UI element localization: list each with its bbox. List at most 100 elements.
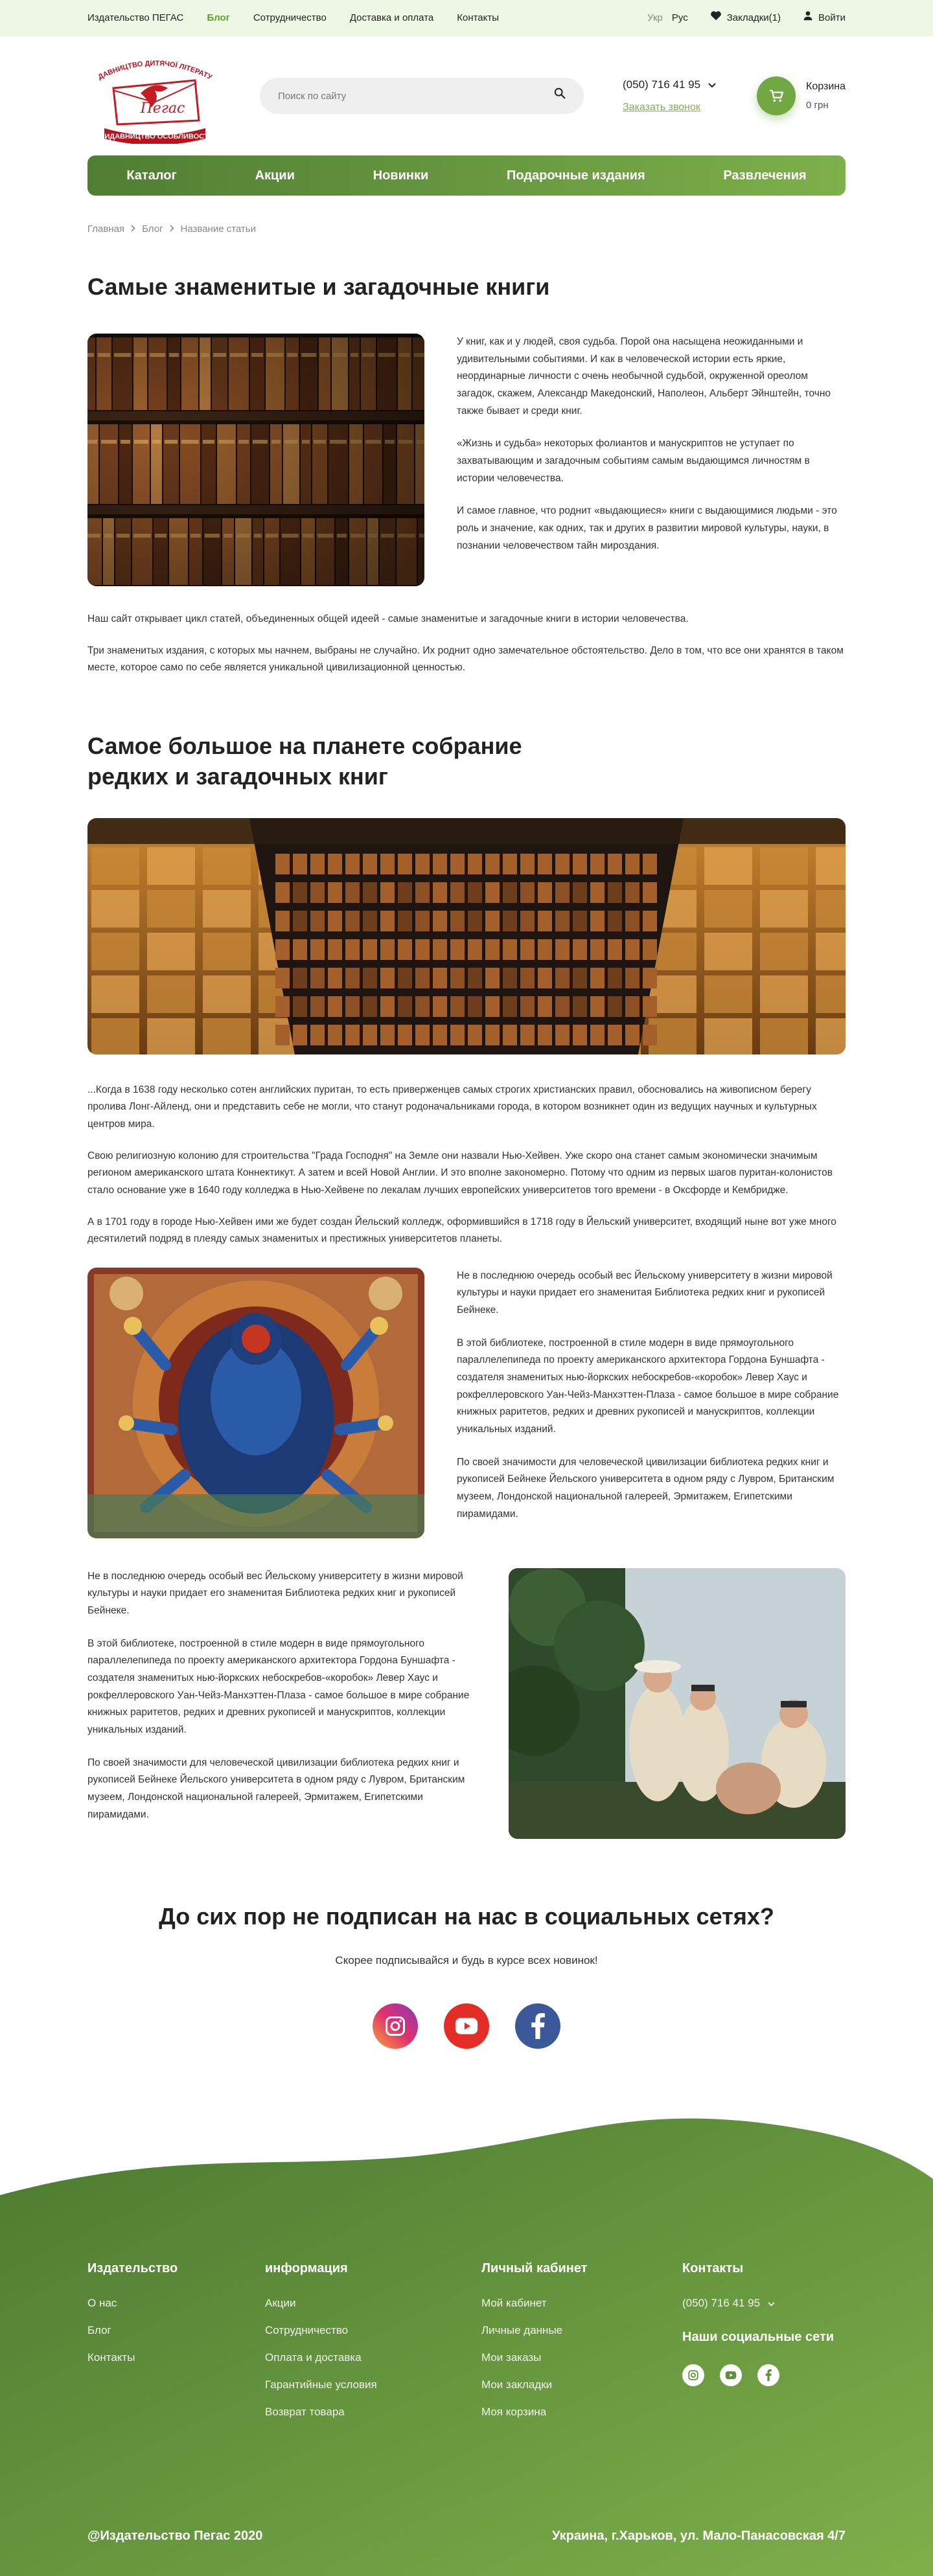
top-link-delivery[interactable]: Доставка и оплата bbox=[350, 10, 433, 26]
tibetan-painting-photo bbox=[87, 1267, 424, 1538]
nav-entertainment[interactable]: Развлечения bbox=[723, 165, 806, 186]
intro-paragraph: «Жизнь и судьба» некоторых фолиантов и м… bbox=[457, 438, 810, 484]
phone-number: (050) 716 41 95 bbox=[623, 78, 701, 91]
chevron-right-icon bbox=[131, 222, 135, 237]
login-link[interactable]: Войти bbox=[803, 10, 846, 26]
chevron-down-icon bbox=[768, 2296, 775, 2311]
footer-link[interactable]: Блог bbox=[87, 2323, 265, 2338]
footer-heading: Издательство bbox=[87, 2261, 178, 2276]
header: ВИДАВНИЦТВО ДИТЯЧОЇ ЛІТЕРАТУРИ Пегас ВИД… bbox=[0, 36, 933, 155]
top-link-blog[interactable]: Блог bbox=[207, 10, 230, 26]
bookmarks-link[interactable]: Закладки(1) bbox=[710, 10, 781, 26]
footer-col-info: информация Акции Сотрудничество Оплата и… bbox=[265, 2258, 481, 2432]
footer-link[interactable]: Контакты bbox=[87, 2350, 265, 2365]
block-paragraph: Не в последнюю очередь особый вес Йельск… bbox=[87, 1570, 463, 1617]
footer-phone-number: (050) 716 41 95 bbox=[682, 2297, 761, 2310]
intro-paragraph: У книг, как и у людей, своя судьба. Поро… bbox=[457, 336, 831, 416]
footer-link[interactable]: Личные данные bbox=[481, 2323, 682, 2338]
breadcrumb-home[interactable]: Главная bbox=[87, 222, 124, 237]
logo-brand: Пегас bbox=[140, 100, 185, 117]
article-paragraph: ...Когда в 1638 году несколько сотен анг… bbox=[87, 1084, 817, 1130]
footer-heading: информация bbox=[265, 2261, 348, 2276]
cart-sum: 0 грн bbox=[806, 99, 829, 111]
article-paragraph: Наш сайт открывает цикл статей, объедине… bbox=[87, 613, 689, 624]
top-link-publisher[interactable]: Издательство ПЕГАС bbox=[87, 10, 183, 26]
footer-link[interactable]: Возврат товара bbox=[265, 2404, 481, 2420]
library-hall-photo bbox=[87, 817, 846, 1054]
youtube-icon[interactable] bbox=[720, 2364, 742, 2387]
facebook-icon[interactable] bbox=[515, 2003, 560, 2049]
intro-paragraph: И самое главное, что роднит «выдающиеся»… bbox=[457, 505, 837, 551]
footer-link[interactable]: Моя корзина bbox=[481, 2404, 682, 2420]
top-nav: Издательство ПЕГАС Блог Сотрудничество Д… bbox=[87, 10, 499, 26]
footer-link[interactable]: Оплата и доставка bbox=[265, 2350, 481, 2365]
facebook-icon[interactable] bbox=[757, 2364, 779, 2387]
top-bar: Издательство ПЕГАС Блог Сотрудничество Д… bbox=[0, 0, 933, 36]
footer-link[interactable]: Гарантийные условия bbox=[265, 2377, 481, 2393]
bookmarks-label: Закладки(1) bbox=[726, 12, 781, 23]
search-bar bbox=[260, 78, 584, 114]
footer-link[interactable]: Мои закладки bbox=[481, 2377, 682, 2393]
block-paragraph: В этой библиотеке, построенной в стиле м… bbox=[457, 1337, 839, 1435]
login-label: Войти bbox=[818, 12, 846, 23]
search-icon[interactable] bbox=[554, 87, 566, 104]
footer-link[interactable]: Мой кабинет bbox=[481, 2296, 682, 2311]
user-icon bbox=[803, 10, 813, 26]
article-paragraph: А в 1701 году в городе Нью-Хейвен ими же… bbox=[87, 1216, 836, 1245]
nav-new[interactable]: Новинки bbox=[373, 165, 429, 186]
cart-icon bbox=[757, 76, 796, 115]
footer-link[interactable]: Акции bbox=[265, 2296, 481, 2311]
block-paragraph: Не в последнюю очередь особый вес Йельск… bbox=[457, 1270, 833, 1316]
search-input[interactable] bbox=[278, 90, 537, 102]
youtube-icon[interactable] bbox=[444, 2003, 489, 2049]
block-paragraph: По своей значимости для человеческой цив… bbox=[87, 1757, 465, 1820]
main-nav: Каталог Акции Новинки Подарочные издания… bbox=[87, 155, 846, 196]
subscribe-text: Скорее подписывайся и будь в курсе всех … bbox=[335, 1954, 598, 1966]
article-paragraph: Три знаменитых издания, с которых мы нач… bbox=[87, 644, 844, 674]
top-link-contacts[interactable]: Контакты bbox=[457, 10, 499, 26]
historical-photo bbox=[509, 1567, 846, 1839]
nav-promotions[interactable]: Акции bbox=[255, 165, 295, 186]
footer-col-publisher: Издательство О нас Блог Контакты bbox=[87, 2258, 265, 2432]
language-switcher: Укр Рус bbox=[647, 10, 688, 26]
footer-heading: Контакты bbox=[682, 2261, 744, 2276]
top-link-cooperation[interactable]: Сотрудничество bbox=[253, 10, 327, 26]
logo[interactable]: ВИДАВНИЦТВО ДИТЯЧОЇ ЛІТЕРАТУРИ Пегас ВИД… bbox=[85, 42, 221, 145]
breadcrumb-blog[interactable]: Блог bbox=[142, 222, 163, 237]
footer-col-account: Личный кабинет Мой кабинет Личные данные… bbox=[481, 2258, 682, 2432]
nav-catalog[interactable]: Каталог bbox=[126, 165, 176, 186]
cart-button[interactable]: Корзина 0 грн bbox=[757, 76, 846, 115]
block-paragraph: В этой библиотеке, построенной в стиле м… bbox=[87, 1637, 470, 1736]
breadcrumb-current: Название статьи bbox=[180, 223, 256, 234]
contact-block: (050) 716 41 95 Заказать звонок bbox=[623, 76, 716, 115]
footer-col-contacts: Контакты (050) 716 41 95 Наши социальные… bbox=[682, 2258, 834, 2432]
footer: Издательство О нас Блог Контакты информа… bbox=[0, 2117, 933, 2576]
lang-ukr[interactable]: Укр bbox=[647, 10, 663, 26]
nav-gift-editions[interactable]: Подарочные издания bbox=[507, 165, 645, 186]
logo-top-text: ВИДАВНИЦТВО ДИТЯЧОЇ ЛІТЕРАТУРИ bbox=[85, 42, 213, 82]
instagram-icon[interactable] bbox=[682, 2364, 704, 2387]
callback-link[interactable]: Заказать звонок bbox=[623, 100, 716, 115]
lang-rus[interactable]: Рус bbox=[672, 10, 688, 26]
footer-social-heading: Наши социальные сети bbox=[682, 2330, 835, 2345]
block-paragraph: По своей значимости для человеческой цив… bbox=[457, 1456, 835, 1520]
phone-dropdown[interactable]: (050) 716 41 95 bbox=[623, 76, 716, 93]
footer-phone[interactable]: (050) 716 41 95 bbox=[682, 2296, 834, 2311]
article-paragraph: Свою религиозную колонию для строительст… bbox=[87, 1150, 833, 1196]
address: Украина, г.Харьков, ул. Мало-Панасовская… bbox=[551, 2529, 846, 2544]
instagram-icon[interactable] bbox=[373, 2003, 418, 2049]
footer-heading: Личный кабинет bbox=[481, 2261, 588, 2276]
footer-link[interactable]: Сотрудничество bbox=[265, 2323, 481, 2338]
chevron-down-icon bbox=[708, 76, 716, 93]
footer-link[interactable]: О нас bbox=[87, 2296, 265, 2311]
article-title: Самые знаменитые и загадочные книги bbox=[87, 273, 550, 300]
subscribe-title: До сих пор не подписан на нас в социальн… bbox=[159, 1902, 774, 1930]
breadcrumb: Главная Блог Название статьи bbox=[87, 222, 846, 237]
chevron-right-icon bbox=[169, 222, 174, 237]
footer-link[interactable]: Мои заказы bbox=[481, 2350, 682, 2365]
section-title: Самое большое на планете собрание редких… bbox=[87, 732, 522, 790]
logo-bottom-text: ВИДАВНИЦТВО ОСОБЛИВОСТІ bbox=[99, 133, 210, 141]
svg-text:ВИДАВНИЦТВО ДИТЯЧОЇ ЛІТЕРАТУРИ: ВИДАВНИЦТВО ДИТЯЧОЇ ЛІТЕРАТУРИ bbox=[87, 48, 213, 82]
copyright: @Издательство Пегас 2020 bbox=[87, 2529, 263, 2544]
heart-icon bbox=[710, 10, 722, 26]
